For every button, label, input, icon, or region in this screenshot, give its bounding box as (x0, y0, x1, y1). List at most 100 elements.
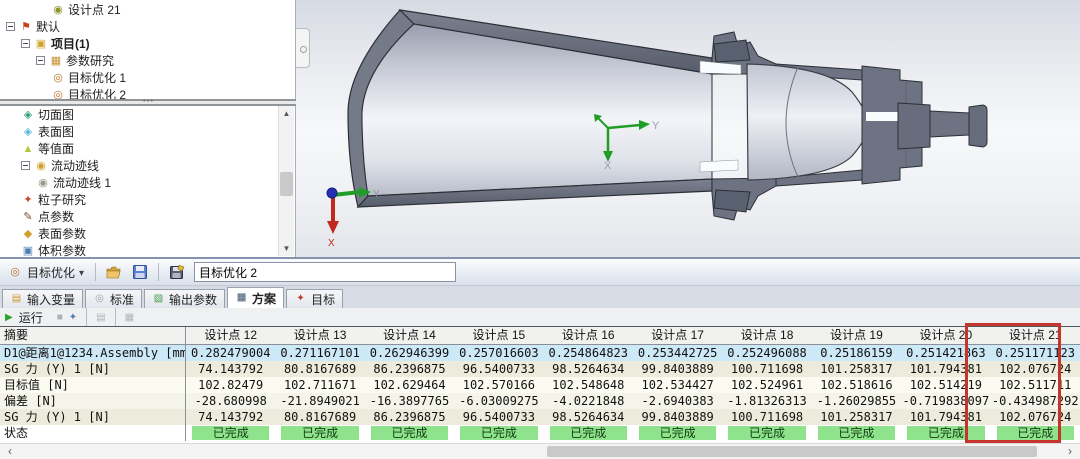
status-cell: 已完成 (275, 425, 364, 441)
table-row: 状态已完成已完成已完成已完成已完成已完成已完成已完成已完成已完成 (0, 425, 1080, 441)
tree-item-label: 默认 (34, 18, 60, 35)
design-point-header[interactable]: 设计点 13 (275, 327, 364, 344)
criteria-icon: ◎ (93, 292, 106, 306)
value-cell: 99.8403889 (633, 361, 722, 377)
svg-text:Y: Y (373, 189, 380, 200)
value-cell: 102.076724 (991, 409, 1080, 425)
tab-output-parameters[interactable]: ▧ 输出参数 (144, 289, 225, 308)
separator (158, 263, 159, 281)
stop-icon[interactable]: ■ (57, 312, 63, 323)
flow-trajectories-icon: ◉ (34, 159, 48, 173)
expander-icon[interactable] (21, 161, 30, 170)
goals-icon: ✦ (294, 292, 307, 306)
value-cell: 101.794381 (901, 409, 990, 425)
design-point-header[interactable]: 设计点 17 (633, 327, 722, 344)
scroll-down-icon[interactable] (279, 241, 294, 256)
tab-goals[interactable]: ✦ 目标 (286, 289, 343, 308)
save-study-button[interactable] (129, 262, 151, 282)
design-point-header[interactable]: 设计点 21 (991, 327, 1080, 344)
project-icon: ▣ (34, 37, 48, 51)
design-point-header[interactable]: 设计点 18 (722, 327, 811, 344)
horizontal-scrollbar[interactable] (0, 443, 1080, 459)
tree-item[interactable]: ◉流动迹线 (0, 157, 280, 174)
status-cell: 已完成 (901, 425, 990, 441)
value-cell: 102.524961 (722, 377, 811, 393)
tree-item[interactable]: ▣项目(1) (0, 35, 280, 52)
table-header-row: 摘要设计点 12设计点 13设计点 14设计点 15设计点 16设计点 17设计… (0, 327, 1080, 345)
value-cell: 0.282479004 (186, 345, 275, 361)
panel-collapse-handle[interactable] (296, 28, 310, 68)
expander-icon[interactable] (21, 39, 30, 48)
design-point-header[interactable]: 设计点 16 (544, 327, 633, 344)
add-design-point-icon[interactable]: ✦ (69, 312, 77, 323)
open-study-button[interactable] (103, 262, 125, 282)
row-label: D1@距离1@1234.Assembly [mm] (0, 345, 186, 361)
status-badge: 已完成 (550, 426, 627, 440)
expander-icon[interactable] (36, 56, 45, 65)
tree-item[interactable]: ◈切面图 (0, 106, 280, 123)
status-cell: 已完成 (544, 425, 633, 441)
scenario-icon: ▦ (235, 291, 248, 305)
tree-item[interactable]: ◉设计点 21 (0, 1, 280, 18)
copy-icon[interactable]: ▤ (96, 312, 105, 323)
goal-optimization-dropdown[interactable]: ◎ 目标优化 (4, 262, 88, 283)
design-point-header[interactable]: 设计点 15 (454, 327, 543, 344)
design-point-header[interactable]: 设计点 14 (365, 327, 454, 344)
table-row: 偏差 [N]-28.680998-21.8949021-16.3897765-6… (0, 393, 1080, 409)
save-as-icon (170, 265, 185, 279)
tree-item-label: 参数研究 (64, 52, 114, 69)
tab-criteria[interactable]: ◎ 标准 (85, 289, 142, 308)
export-table-icon[interactable]: ▦ (125, 312, 134, 323)
output-parameters-icon: ▧ (152, 292, 165, 306)
tab-input-variables[interactable]: ▤ 输入变量 (2, 289, 83, 308)
scroll-up-icon[interactable] (279, 106, 294, 121)
expander-icon[interactable] (6, 22, 15, 31)
status-cell: 已完成 (186, 425, 275, 441)
value-cell: 102.076724 (991, 361, 1080, 377)
tree-item[interactable]: ✦粒子研究 (0, 191, 280, 208)
study-toolbar: ◎ 目标优化 (0, 259, 1080, 286)
value-cell: 0.251171123 (991, 345, 1080, 361)
value-cell: 101.258317 (812, 361, 901, 377)
scroll-left-icon[interactable] (2, 445, 18, 458)
tree-item[interactable]: ◈表面图 (0, 123, 280, 140)
tab-scenario[interactable]: ▦ 方案 (227, 287, 284, 308)
tree-item-label: 流动迹线 (49, 157, 99, 174)
results-tree-scrollbar[interactable] (278, 106, 294, 256)
value-cell: -6.03009275 (454, 393, 543, 409)
tree-item[interactable]: ◎目标优化 1 (0, 69, 280, 86)
tree-item-label: 设计点 21 (66, 1, 121, 18)
status-badge: 已完成 (818, 426, 895, 440)
table-row: D1@距离1@1234.Assembly [mm]0.2824790040.27… (0, 345, 1080, 361)
scrollbar-thumb[interactable] (547, 446, 1037, 457)
parametric-study-panel: ◎ 目标优化 (0, 257, 1080, 459)
surface-plot-icon: ◈ (21, 125, 35, 139)
run-button[interactable]: 运行 (19, 309, 43, 326)
study-name-input[interactable] (194, 262, 456, 282)
table-row: SG 力 (Y) 1 [N]74.14379280.816768986.2396… (0, 409, 1080, 425)
value-cell: 102.570166 (454, 377, 543, 393)
status-cell: 已完成 (812, 425, 901, 441)
tree-item[interactable]: ✎点参数 (0, 208, 280, 225)
status-badge: 已完成 (281, 426, 358, 440)
tree-item[interactable]: ⚑默认 (0, 18, 280, 35)
tree-item[interactable]: ▦参数研究 (0, 52, 280, 69)
value-cell: -2.6940383 (633, 393, 722, 409)
scroll-right-icon[interactable] (1062, 445, 1078, 458)
status-badge: 已完成 (460, 426, 537, 440)
value-cell: 101.794381 (901, 361, 990, 377)
value-cell: 86.2396875 (365, 361, 454, 377)
tree-item[interactable]: ▲等值面 (0, 140, 280, 157)
design-point-header[interactable]: 设计点 20 (901, 327, 990, 344)
folder-open-icon (106, 266, 122, 279)
save-as-template-button[interactable] (166, 262, 188, 282)
value-cell: 0.252496088 (722, 345, 811, 361)
value-cell: 86.2396875 (365, 409, 454, 425)
scrollbar-thumb[interactable] (280, 172, 293, 196)
tree-item[interactable]: ◉流动迹线 1 (0, 174, 280, 191)
tree-item[interactable]: ◆表面参数 (0, 225, 280, 242)
design-point-header[interactable]: 设计点 12 (186, 327, 275, 344)
design-point-header[interactable]: 设计点 19 (812, 327, 901, 344)
cut-plot-icon: ◈ (21, 108, 35, 122)
tree-splitter[interactable] (0, 99, 296, 106)
